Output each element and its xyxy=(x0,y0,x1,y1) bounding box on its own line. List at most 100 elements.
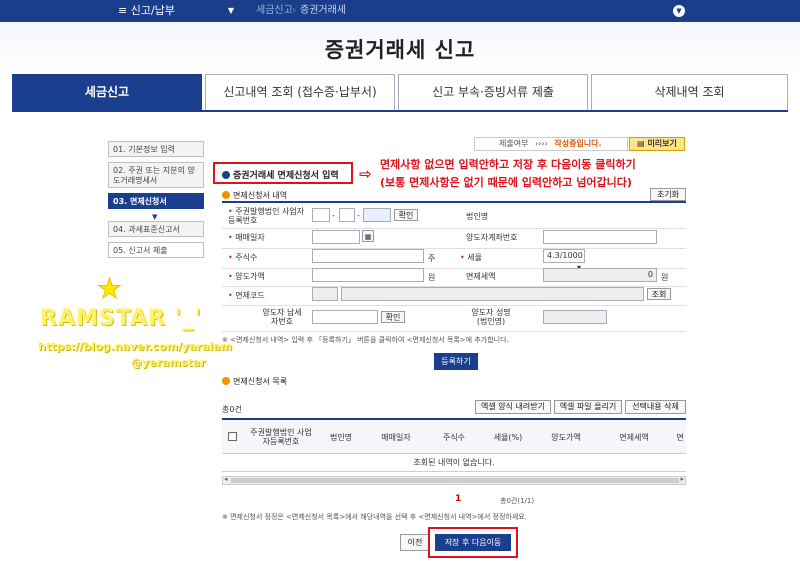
step-tax-base[interactable]: 04. 과세표준신고서 xyxy=(108,221,204,237)
arrow-right-icon: ⇨ xyxy=(359,165,372,183)
col-transfer-price: 양도가액 xyxy=(551,433,581,442)
exempt-code-search-button[interactable]: 조회 xyxy=(647,288,671,300)
shares-label: • 주식수 xyxy=(228,253,258,262)
bizno-part3-input[interactable] xyxy=(363,208,391,222)
transferor-id-confirm-button[interactable]: 확인 xyxy=(381,311,405,323)
transferor-account-input[interactable] xyxy=(543,230,657,244)
excel-download-button[interactable]: 엑셀 양식 내려받기 xyxy=(475,400,551,414)
col-shares: 주식수 xyxy=(442,433,466,442)
price-unit: 원 xyxy=(428,273,436,282)
col-issuer-bizno: 주권발행법인 사업자등록번호 xyxy=(250,428,312,446)
chevron-down-circle-icon[interactable]: ▼ xyxy=(673,5,685,17)
exempt-tax-unit: 원 xyxy=(661,273,669,282)
tab-report-history[interactable]: 신고내역 조회 (접수증·납부서) xyxy=(205,74,395,111)
exempt-code-name-field xyxy=(341,287,644,301)
bullet-icon xyxy=(222,191,230,199)
detail-title-text: 면제신청서 내역 xyxy=(233,191,288,200)
breadcrumb-securities-tax[interactable]: 증권거래세 xyxy=(300,0,346,22)
exempt-tax-field: 0 xyxy=(543,268,657,282)
col-corp-name: 법인명 xyxy=(329,433,353,442)
bizno-part1-input[interactable] xyxy=(312,208,330,222)
exempt-code-input[interactable] xyxy=(312,287,338,301)
step-exemption[interactable]: 03. 면제신청서 xyxy=(108,193,204,209)
step-transfer-statement[interactable]: 02. 주권 또는 지분의 양도거래명세서 xyxy=(108,162,204,188)
preview-button[interactable]: ▤ 미리보기 xyxy=(629,137,685,151)
bullet-icon xyxy=(222,171,230,179)
tab-attachment-submit[interactable]: 신고 부속·증빙서류 제출 xyxy=(398,74,588,111)
dash-separator: - xyxy=(332,211,335,220)
step-submit[interactable]: 05. 신고서 제출 xyxy=(108,242,204,258)
tax-rate-label: • 세율 xyxy=(460,253,482,262)
bullet-icon xyxy=(222,377,230,385)
save-next-button[interactable]: 저장 후 다음이동 xyxy=(435,534,511,551)
col-exempt-tax: 면제세액 xyxy=(619,433,649,442)
watermark-name: RAMSTAR '_' xyxy=(40,306,203,331)
step-basic-info[interactable]: 01. 기본정보 입력 xyxy=(108,141,204,157)
status-value: 작성중입니다. xyxy=(554,139,602,148)
watermark-handle: @yeramstar xyxy=(131,356,206,369)
col-tax-rate: 세율(%) xyxy=(493,433,523,442)
document-icon: ▤ xyxy=(637,139,648,148)
tab-tax-report[interactable]: 세금신고 xyxy=(12,74,202,111)
bizno-confirm-button[interactable]: 확인 xyxy=(394,209,418,221)
step-arrow-icon: ▼ xyxy=(152,213,158,221)
chevron-down-icon: ▼ xyxy=(227,6,234,15)
tax-rate-select[interactable]: 4.3/1000▾ xyxy=(543,249,585,272)
star-icon: ★ xyxy=(96,272,123,306)
transferor-id-label: 양도자 납세자번호 xyxy=(262,308,302,326)
page-title: 증권거래세 신고 xyxy=(324,38,476,62)
section-title-exemption-input: 증권거래세 면제신청서 입력 xyxy=(222,168,339,181)
excel-upload-button[interactable]: 엑셀 파일 올리기 xyxy=(554,400,622,414)
horizontal-scrollbar[interactable]: ◂ ▸ xyxy=(222,475,686,485)
scrollbar-thumb[interactable] xyxy=(231,478,679,483)
transfer-price-input[interactable] xyxy=(312,268,424,282)
section-title-text: 증권거래세 면제신청서 입력 xyxy=(233,171,339,181)
bizno-part2-input[interactable] xyxy=(339,208,355,222)
transfer-price-label: • 양도가액 xyxy=(228,272,265,281)
issuer-bizno-label: • 주권발행법인 사업자등록번호 xyxy=(228,207,305,225)
select-all-checkbox[interactable] xyxy=(228,432,237,441)
trade-date-label: • 매매일자 xyxy=(228,233,265,242)
corp-name-label: 법인명 xyxy=(466,212,489,221)
reset-button[interactable]: 초기화 xyxy=(650,188,686,201)
total-count: 총0건 xyxy=(222,405,242,414)
list-title-text: 면제신청서 목록 xyxy=(233,377,288,386)
shares-input[interactable] xyxy=(312,249,424,263)
tab-underline xyxy=(12,110,788,112)
list-table-header: 주권발행법인 사업자등록번호 법인명 매매일자 주식수 세율(%) 양도가액 면… xyxy=(222,418,686,454)
top-navigation-bar: ≡ 신고/납부 ▼ 세금신고 증권거래세 › ▼ xyxy=(0,0,800,22)
form-row xyxy=(222,249,686,269)
exempt-code-label: • 면제코드 xyxy=(228,291,265,300)
calendar-icon[interactable]: ▦ xyxy=(362,230,374,242)
status-label: 제출여부 xyxy=(499,139,529,148)
shares-unit: 주 xyxy=(428,254,436,263)
menu-label: 신고/납부 xyxy=(130,4,175,17)
transferor-account-label: 양도자계좌번호 xyxy=(466,233,518,242)
menu-selector[interactable]: ≡ 신고/납부 ▼ xyxy=(112,0,240,22)
scroll-left-icon[interactable]: ◂ xyxy=(224,475,228,483)
prev-button[interactable]: 이전 xyxy=(400,534,430,551)
status-arrows: ›››› xyxy=(535,139,548,148)
list-title: 면제신청서 목록 xyxy=(222,376,287,387)
scroll-right-icon[interactable]: ▸ xyxy=(680,475,684,483)
watermark-url: https://blog.naver.com/yaralam xyxy=(38,340,233,353)
tab-deleted-history[interactable]: 삭제내역 조회 xyxy=(591,74,788,111)
empty-list-message: 조회된 내역이 없습니다. xyxy=(222,454,686,472)
annotation-line-2: (보통 면제사항은 없기 때문에 입력안하고 넘어갑니다) xyxy=(380,176,632,189)
breadcrumb-tax-report[interactable]: 세금신고 xyxy=(256,0,293,22)
col-trade-date: 매매일자 xyxy=(381,433,411,442)
pager-current-page[interactable]: 1 xyxy=(455,494,461,504)
preview-label: 미리보기 xyxy=(647,139,677,148)
hamburger-icon: ≡ xyxy=(118,4,131,17)
transferor-name-label: 양도자 성명(법인명) xyxy=(471,308,511,326)
col-truncated: 면 xyxy=(676,433,684,442)
annotation-line-1: 면제사항 없으면 입력안하고 저장 후 다음이동 클릭하기 xyxy=(380,158,636,171)
exempt-tax-label: 면제세액 xyxy=(466,272,496,281)
trade-date-input[interactable] xyxy=(312,230,360,244)
breadcrumb-separator-icon: › xyxy=(292,5,296,16)
dash-separator: - xyxy=(357,211,360,220)
pager-count: 총0건(1/1) xyxy=(500,497,535,505)
transferor-id-input[interactable] xyxy=(312,310,378,324)
delete-selected-button[interactable]: 선택내용 삭제 xyxy=(625,400,686,414)
register-button[interactable]: 등록하기 xyxy=(434,353,478,370)
